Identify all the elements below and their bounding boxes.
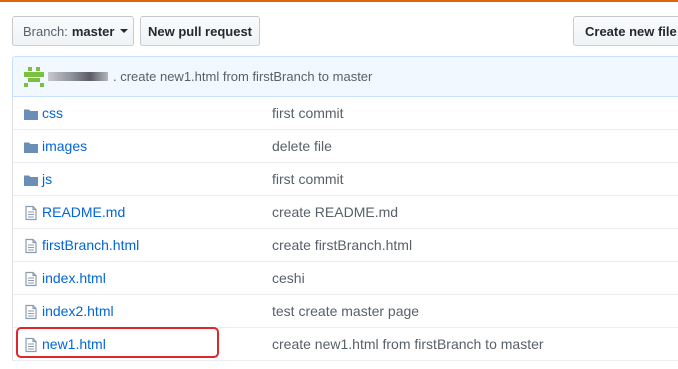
file-icon <box>23 271 39 287</box>
file-commit-message-link[interactable]: first commit <box>272 105 344 121</box>
avatar[interactable] <box>24 66 44 87</box>
caret-down-icon <box>120 29 129 33</box>
file-name-link[interactable]: firstBranch.html <box>42 237 139 253</box>
file-icon <box>23 205 39 221</box>
file-row[interactable]: index2.html test create master page <box>13 295 678 328</box>
file-icon <box>23 238 39 254</box>
file-commit-message-link[interactable]: ceshi <box>272 270 305 286</box>
folder-icon <box>23 106 39 122</box>
file-row[interactable]: css first commit <box>13 97 678 130</box>
file-name-link[interactable]: js <box>42 171 52 187</box>
new-pull-request-button[interactable]: New pull request <box>140 16 260 46</box>
author-name-redacted <box>48 72 108 81</box>
file-icon <box>23 337 39 353</box>
file-row[interactable]: images delete file <box>13 130 678 163</box>
branch-prefix-label: Branch: <box>23 23 68 39</box>
file-commit-message-link[interactable]: test create master page <box>272 303 419 319</box>
file-list: css first commit images delete file js first … <box>12 97 678 361</box>
file-commit-message-link[interactable]: create README.md <box>272 204 398 220</box>
file-name-link[interactable]: index2.html <box>42 303 114 319</box>
file-icon <box>23 304 39 320</box>
file-name-link[interactable]: README.md <box>42 204 125 220</box>
file-name-link[interactable]: new1.html <box>42 336 106 352</box>
file-commit-message-link[interactable]: create firstBranch.html <box>272 237 412 253</box>
folder-icon <box>23 172 39 188</box>
file-row[interactable]: README.md create README.md <box>13 196 678 229</box>
branch-name-label: master <box>71 23 115 39</box>
file-name-link[interactable]: index.html <box>42 270 106 286</box>
file-name-link[interactable]: images <box>42 138 87 154</box>
file-commit-message-link[interactable]: first commit <box>272 171 344 187</box>
file-row[interactable]: new1.html create new1.html from firstBran… <box>13 328 678 361</box>
folder-icon <box>23 139 39 155</box>
latest-commit-bar: . create new1.html from firstBranch to m… <box>12 56 678 97</box>
create-new-file-button[interactable]: Create new file <box>573 16 678 46</box>
file-row[interactable]: firstBranch.html create firstBranch.html <box>13 229 678 262</box>
repo-toolbar: Branch: master New pull request Create n… <box>0 0 678 56</box>
file-commit-message-link[interactable]: delete file <box>272 138 332 154</box>
latest-commit-message[interactable]: . create new1.html from firstBranch to m… <box>113 69 372 84</box>
file-row[interactable]: js first commit <box>13 163 678 196</box>
file-commit-message-link[interactable]: create new1.html from firstBranch to mas… <box>272 336 544 352</box>
file-row[interactable]: index.html ceshi <box>13 262 678 295</box>
branch-select-button[interactable]: Branch: master <box>12 16 134 46</box>
file-name-link[interactable]: css <box>42 105 63 121</box>
